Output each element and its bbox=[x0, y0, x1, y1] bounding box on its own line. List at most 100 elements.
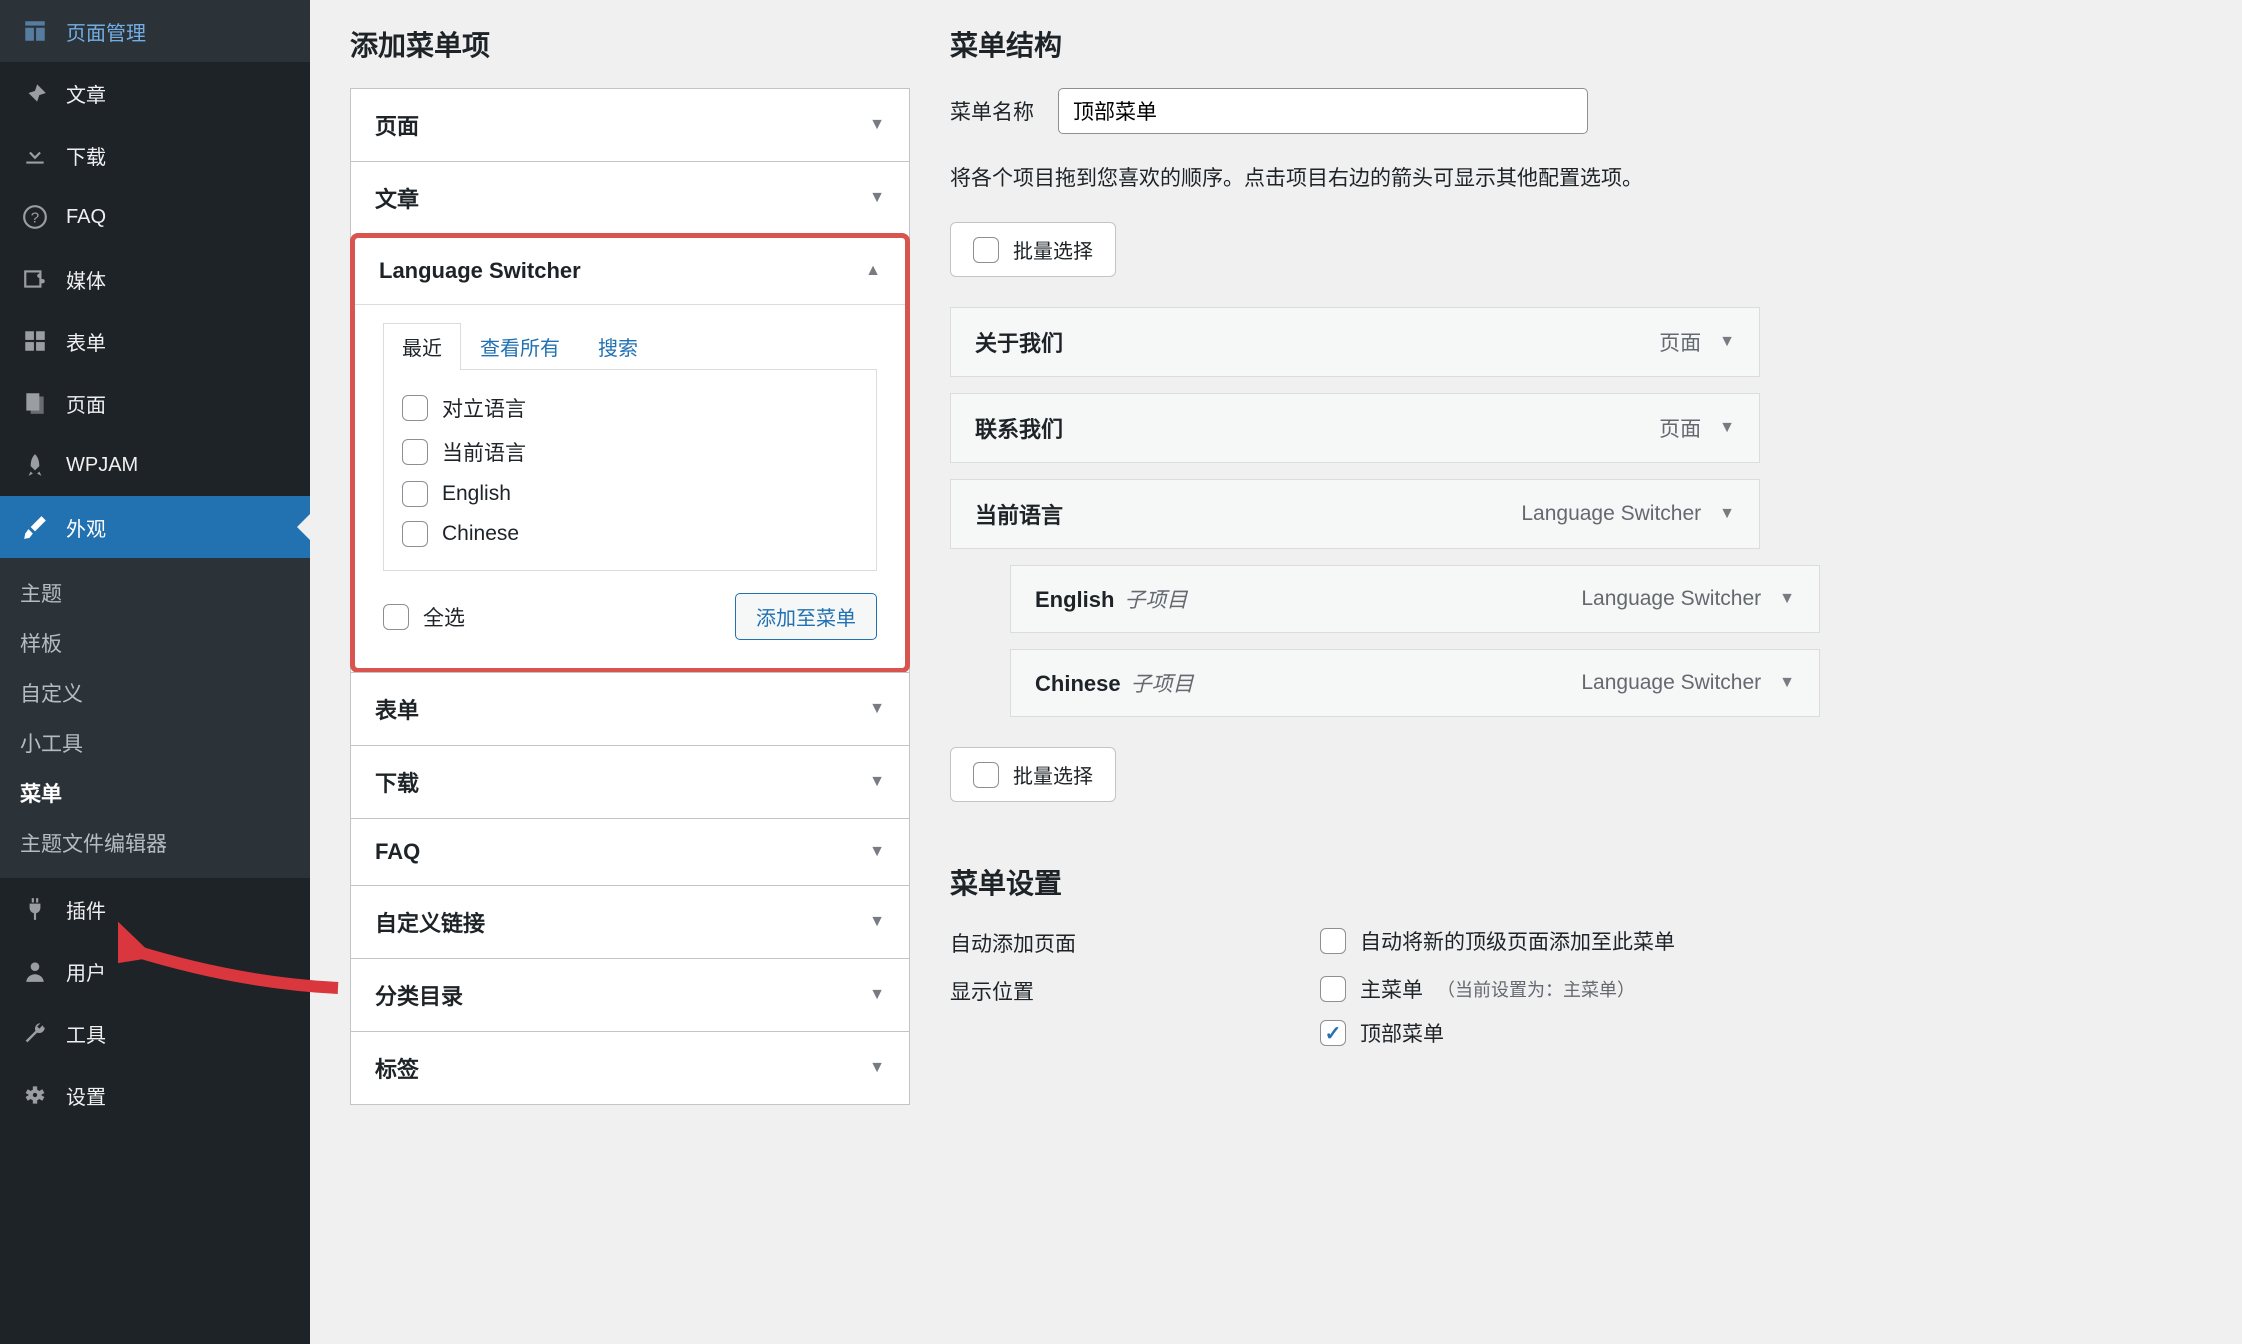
sidebar-item-1[interactable]: 文章 bbox=[0, 62, 310, 124]
panel-header-4[interactable]: 下载▼ bbox=[351, 745, 909, 818]
lang-item-checkbox[interactable] bbox=[402, 395, 428, 421]
help-text: 将各个项目拖到您喜欢的顺序。点击项目右边的箭头可显示其他配置选项。 bbox=[950, 162, 2242, 192]
sidebar-item-8[interactable]: 外观 bbox=[0, 496, 310, 558]
chevron-down-icon[interactable]: ▼ bbox=[1779, 674, 1795, 692]
panel-header-7[interactable]: 分类目录▼ bbox=[351, 958, 909, 1031]
pin-icon bbox=[20, 78, 50, 108]
lang-items-list: 对立语言当前语言EnglishChinese bbox=[383, 370, 877, 571]
select-all-row[interactable]: 全选 bbox=[383, 595, 465, 639]
rocket-icon bbox=[20, 450, 50, 480]
tab-最近[interactable]: 最近 bbox=[383, 323, 461, 370]
sidebar-item-7[interactable]: WPJAM bbox=[0, 434, 310, 496]
lang-item[interactable]: English bbox=[402, 474, 858, 514]
menu-item-2[interactable]: 当前语言Language Switcher▼ bbox=[950, 479, 1760, 549]
lang-item[interactable]: Chinese bbox=[402, 514, 858, 554]
panel-header-8[interactable]: 标签▼ bbox=[351, 1031, 909, 1104]
chevron-down-icon: ▼ bbox=[869, 843, 885, 861]
chevron-down-icon[interactable]: ▼ bbox=[1719, 419, 1735, 437]
menu-item-0[interactable]: 关于我们页面▼ bbox=[950, 307, 1760, 377]
chevron-down-icon[interactable]: ▼ bbox=[1719, 333, 1735, 351]
menu-items-list: 关于我们页面▼ 联系我们页面▼ 当前语言Language Switcher▼ Engl… bbox=[950, 307, 2242, 717]
main-content: 添加菜单项 页面▼文章▼Language Switcher▲最近查看所有搜索对立… bbox=[310, 0, 2242, 1344]
bulk-select-checkbox-top[interactable] bbox=[973, 237, 999, 263]
menu-name-label: 菜单名称 bbox=[950, 96, 1034, 126]
menu-name-input[interactable] bbox=[1058, 88, 1588, 134]
sidebar-item-2[interactable]: 下载 bbox=[0, 124, 310, 186]
add-menu-items-heading: 添加菜单项 bbox=[350, 24, 910, 64]
sidebar-item-4[interactable]: 媒体 bbox=[0, 248, 310, 310]
panel-language-switcher-highlighted: Language Switcher▲最近查看所有搜索对立语言当前语言Englis… bbox=[350, 233, 910, 673]
sidebar-item-11[interactable]: 工具 bbox=[0, 1002, 310, 1064]
brush-icon bbox=[20, 512, 50, 542]
display-location-label: 显示位置 bbox=[950, 974, 1320, 1006]
bulk-select-bottom[interactable]: 批量选择 bbox=[950, 747, 1116, 802]
admin-sidebar: 页面管理文章下载?FAQ媒体表单页面WPJAM外观主题样板自定义小工具菜单主题文… bbox=[0, 0, 310, 1344]
settings-icon bbox=[20, 1080, 50, 1110]
location-option-1[interactable]: 顶部菜单 bbox=[1320, 1018, 1635, 1048]
bulk-select-checkbox-bottom[interactable] bbox=[973, 762, 999, 788]
panel-header-language-switcher[interactable]: Language Switcher▲ bbox=[355, 238, 905, 304]
menu-item-1[interactable]: 联系我们页面▼ bbox=[950, 393, 1760, 463]
panel-header-6[interactable]: 自定义链接▼ bbox=[351, 885, 909, 958]
accordion-add-items: 页面▼文章▼Language Switcher▲最近查看所有搜索对立语言当前语言… bbox=[350, 88, 910, 1105]
location-checkbox-0[interactable] bbox=[1320, 976, 1346, 1002]
sidebar-sub-小工具[interactable]: 小工具 bbox=[0, 718, 310, 768]
sidebar-submenu: 主题样板自定义小工具菜单主题文件编辑器 bbox=[0, 558, 310, 878]
sidebar-sub-主题[interactable]: 主题 bbox=[0, 568, 310, 618]
help-icon: ? bbox=[20, 202, 50, 232]
chevron-up-icon: ▲ bbox=[865, 262, 881, 280]
chevron-down-icon[interactable]: ▼ bbox=[1719, 505, 1735, 523]
panel-header-3[interactable]: 表单▼ bbox=[351, 672, 909, 745]
auto-add-checkbox[interactable] bbox=[1320, 928, 1346, 954]
download-icon bbox=[20, 140, 50, 170]
panel-header-5[interactable]: FAQ▼ bbox=[351, 818, 909, 885]
lang-item-checkbox[interactable] bbox=[402, 481, 428, 507]
panel-header-1[interactable]: 文章▼ bbox=[351, 161, 909, 234]
wrench-icon bbox=[20, 1018, 50, 1048]
svg-text:?: ? bbox=[31, 209, 39, 226]
grid-icon bbox=[20, 326, 50, 356]
user-icon bbox=[20, 956, 50, 986]
chevron-down-icon[interactable]: ▼ bbox=[1779, 590, 1795, 608]
panel-header-0[interactable]: 页面▼ bbox=[351, 89, 909, 161]
sidebar-item-0[interactable]: 页面管理 bbox=[0, 0, 310, 62]
lang-item-checkbox[interactable] bbox=[402, 521, 428, 547]
lang-item[interactable]: 当前语言 bbox=[402, 430, 858, 474]
chevron-down-icon: ▼ bbox=[869, 189, 885, 207]
lang-item-checkbox[interactable] bbox=[402, 439, 428, 465]
chevron-down-icon: ▼ bbox=[869, 913, 885, 931]
chevron-down-icon: ▼ bbox=[869, 116, 885, 134]
sidebar-item-3[interactable]: ?FAQ bbox=[0, 186, 310, 248]
chevron-down-icon: ▼ bbox=[869, 1059, 885, 1077]
chevron-down-icon: ▼ bbox=[869, 986, 885, 1004]
tab-搜索[interactable]: 搜索 bbox=[579, 323, 657, 369]
tab-查看所有[interactable]: 查看所有 bbox=[461, 323, 579, 369]
lang-item[interactable]: 对立语言 bbox=[402, 386, 858, 430]
chevron-down-icon: ▼ bbox=[869, 700, 885, 718]
auto-add-label: 自动添加页面 bbox=[950, 926, 1320, 958]
plug-icon bbox=[20, 894, 50, 924]
menu-structure-heading: 菜单结构 bbox=[950, 24, 2242, 64]
sidebar-item-9[interactable]: 插件 bbox=[0, 878, 310, 940]
location-option-0[interactable]: 主菜单（当前设置为：主菜单） bbox=[1320, 974, 1635, 1004]
sidebar-item-6[interactable]: 页面 bbox=[0, 372, 310, 434]
bulk-select-top[interactable]: 批量选择 bbox=[950, 222, 1116, 277]
add-to-menu-button[interactable]: 添加至菜单 bbox=[735, 593, 877, 640]
media-icon bbox=[20, 264, 50, 294]
menu-settings-heading: 菜单设置 bbox=[950, 862, 2242, 902]
chevron-down-icon: ▼ bbox=[869, 773, 885, 791]
layout-icon bbox=[20, 16, 50, 46]
sidebar-sub-主题文件编辑器[interactable]: 主题文件编辑器 bbox=[0, 818, 310, 868]
select-all-checkbox[interactable] bbox=[383, 604, 409, 630]
sidebar-sub-菜单[interactable]: 菜单 bbox=[0, 768, 310, 818]
sidebar-sub-自定义[interactable]: 自定义 bbox=[0, 668, 310, 718]
sidebar-item-5[interactable]: 表单 bbox=[0, 310, 310, 372]
sidebar-item-12[interactable]: 设置 bbox=[0, 1064, 310, 1126]
menu-item-3[interactable]: English子项目Language Switcher▼ bbox=[1010, 565, 1820, 633]
sidebar-item-10[interactable]: 用户 bbox=[0, 940, 310, 1002]
panel-body-language-switcher: 最近查看所有搜索对立语言当前语言EnglishChinese全选添加至菜单 bbox=[355, 304, 905, 668]
location-checkbox-1[interactable] bbox=[1320, 1020, 1346, 1046]
sidebar-sub-样板[interactable]: 样板 bbox=[0, 618, 310, 668]
lang-tabs: 最近查看所有搜索 bbox=[383, 323, 877, 370]
menu-item-4[interactable]: Chinese子项目Language Switcher▼ bbox=[1010, 649, 1820, 717]
